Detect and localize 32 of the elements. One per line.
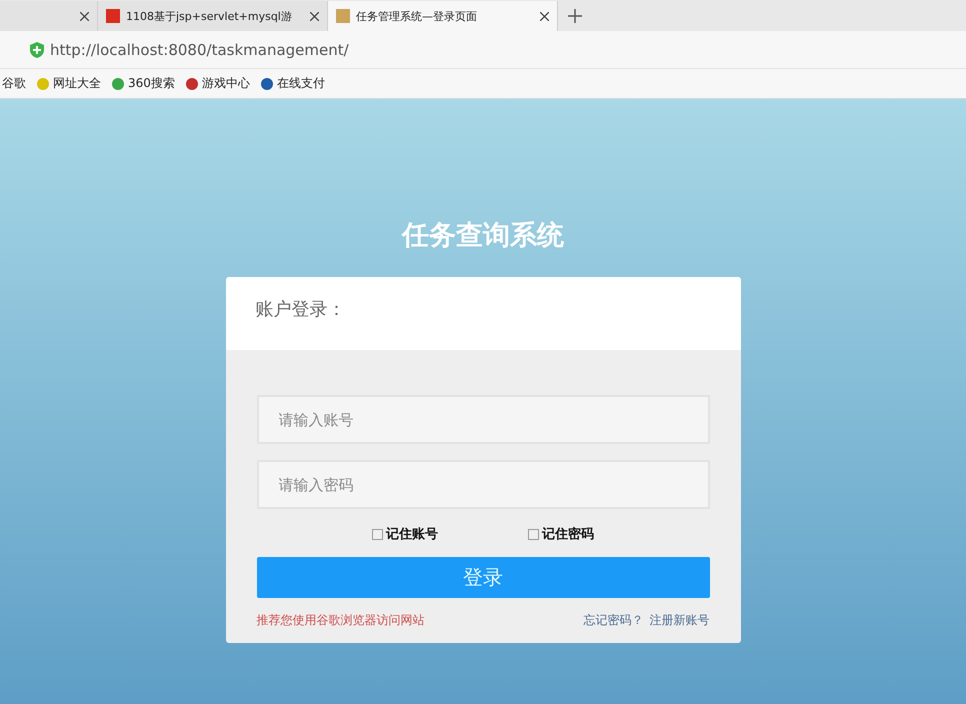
- remember-checkbox[interactable]: 记住账号: [372, 525, 438, 543]
- bookmark-link[interactable]: 在线支付: [260, 75, 325, 92]
- close-icon[interactable]: [540, 12, 549, 20]
- password-field[interactable]: 请输入密码: [256, 460, 710, 509]
- shield-icon: [30, 42, 44, 58]
- bookmark-icon: [260, 76, 274, 90]
- checkbox-icon[interactable]: [372, 528, 383, 540]
- checkbox-label: 记住账号: [386, 526, 438, 543]
- close-icon[interactable]: [80, 12, 89, 20]
- bookmark-link[interactable]: 360搜索: [111, 75, 175, 92]
- bookmark-icon: [184, 76, 199, 90]
- page-favicon-icon: [106, 9, 120, 23]
- account-field[interactable]: 请输入账号: [256, 395, 710, 444]
- close-icon[interactable]: [310, 12, 319, 20]
- browser-tab[interactable]: 任务管理系统—登录页面: [328, 1, 558, 31]
- card-heading: 账户登录：: [226, 277, 740, 350]
- bookmark-link[interactable]: 网址大全: [36, 75, 101, 92]
- new-tab-icon[interactable]: [568, 9, 582, 23]
- page-favicon-icon: [336, 9, 350, 23]
- checkbox-icon[interactable]: [528, 528, 539, 540]
- browser-notice: 推荐您使用谷歌浏览器访问网站: [256, 612, 424, 629]
- system-title: 任务查询系统: [402, 219, 564, 253]
- account-link[interactable]: 忘记密码？: [584, 612, 644, 629]
- account-link[interactable]: 注册新账号: [650, 612, 710, 629]
- bookmark-icon: [111, 76, 125, 90]
- address-field[interactable]: http://localhost:8080/taskmanagement/: [50, 40, 349, 58]
- bookmark-link[interactable]: 谷歌: [2, 75, 26, 92]
- bookmark-icon: [36, 76, 50, 90]
- bookmark-link[interactable]: 游戏中心: [184, 75, 250, 92]
- checkbox-label: 记住密码: [542, 526, 594, 543]
- remember-checkbox[interactable]: 记住密码: [528, 525, 594, 543]
- browser-tab[interactable]: 1108基于jsp+servlet+mysql游: [98, 1, 328, 31]
